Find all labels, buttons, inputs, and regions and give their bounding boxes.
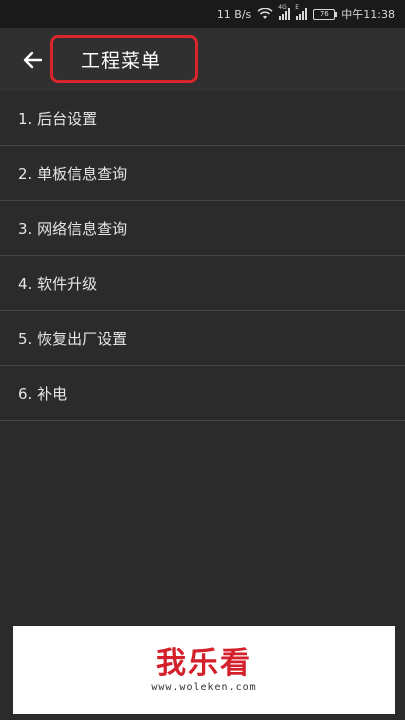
battery-icon: 76 <box>313 8 338 20</box>
network-speed: 11 B/s <box>216 7 252 21</box>
status-bar: 11 B/s 4G E 76 中午11:38 <box>0 0 405 28</box>
page-title: 工程菜单 <box>81 49 162 72</box>
watermark-logo: 我乐看 <box>156 645 252 681</box>
engineering-menu-list: 1. 后台设置 2. 单板信息查询 3. 网络信息查询 4. 软件升级 5. 恢… <box>0 91 405 421</box>
wifi-icon <box>257 8 273 20</box>
sim2-network-tag: E <box>295 4 300 11</box>
menu-item-software-upgrade[interactable]: 4. 软件升级 <box>0 256 405 311</box>
watermark-url: www.woleken.com <box>151 681 257 693</box>
menu-item-backend-settings[interactable]: 1. 后台设置 <box>0 91 405 146</box>
menu-item-network-info[interactable]: 3. 网络信息查询 <box>0 201 405 256</box>
menu-item-board-info[interactable]: 2. 单板信息查询 <box>0 146 405 201</box>
clock: 中午11:38 <box>341 8 395 21</box>
arrow-left-icon[interactable] <box>22 49 44 71</box>
signal-sim1-icon: 4G <box>278 4 291 20</box>
title-highlight-box: 工程菜单 <box>50 35 198 83</box>
menu-item-factory-reset[interactable]: 5. 恢复出厂设置 <box>0 311 405 366</box>
sim1-network-tag: 4G <box>278 4 287 11</box>
menu-item-recharge[interactable]: 6. 补电 <box>0 366 405 421</box>
battery-level: 76 <box>319 10 329 18</box>
signal-sim2-icon: E <box>295 4 308 20</box>
watermark-banner: 我乐看 www.woleken.com <box>13 626 395 714</box>
toolbar: 工程菜单 <box>0 28 405 91</box>
